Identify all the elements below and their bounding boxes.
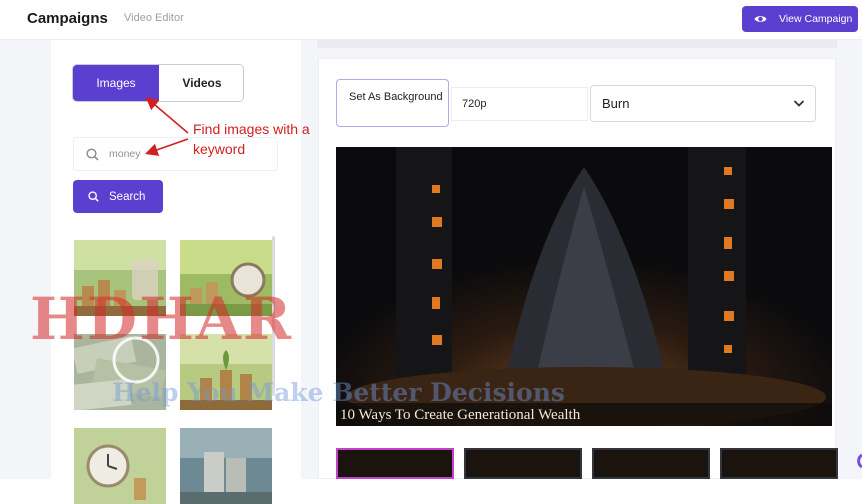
- media-tabs: Images Videos: [72, 64, 244, 102]
- effect-select[interactable]: Burn: [590, 85, 816, 122]
- effect-selected-value: Burn: [602, 96, 630, 111]
- search-button-label: Search: [109, 190, 146, 203]
- timeline-frame[interactable]: [720, 448, 838, 479]
- search-button[interactable]: Search: [73, 180, 163, 213]
- chat-widget-icon[interactable]: [851, 452, 862, 470]
- watermark-tagline: Help You Make Better Decisions: [112, 378, 565, 407]
- view-campaign-button[interactable]: View Campaign: [742, 6, 858, 32]
- preview-caption: 10 Ways To Create Generational Wealth: [340, 407, 581, 423]
- tab-images[interactable]: Images: [73, 65, 159, 101]
- resolution-field[interactable]: 720p: [451, 87, 588, 121]
- page-subtitle: Video Editor: [124, 12, 184, 24]
- image-result[interactable]: [74, 428, 166, 504]
- watermark-logo: HDHAR: [30, 285, 294, 353]
- image-result[interactable]: [180, 428, 272, 504]
- eye-icon: [754, 16, 767, 22]
- search-icon: [88, 191, 99, 202]
- chevron-down-icon: [793, 100, 805, 107]
- editor-header-strip: [317, 40, 837, 48]
- coin-stacks-image: [180, 428, 272, 504]
- top-bar: Campaigns Video Editor View Campaign: [0, 0, 862, 40]
- timeline-frame[interactable]: [336, 448, 454, 479]
- tab-videos[interactable]: Videos: [159, 65, 243, 101]
- clock-coins-image: [74, 428, 166, 504]
- timeline-frame[interactable]: [592, 448, 710, 479]
- timeline-frame[interactable]: [464, 448, 582, 479]
- view-campaign-label: View Campaign: [779, 13, 853, 25]
- search-icon: [86, 147, 99, 161]
- set-as-background-button[interactable]: Set As Background: [336, 79, 449, 127]
- page-title: Campaigns: [27, 10, 108, 27]
